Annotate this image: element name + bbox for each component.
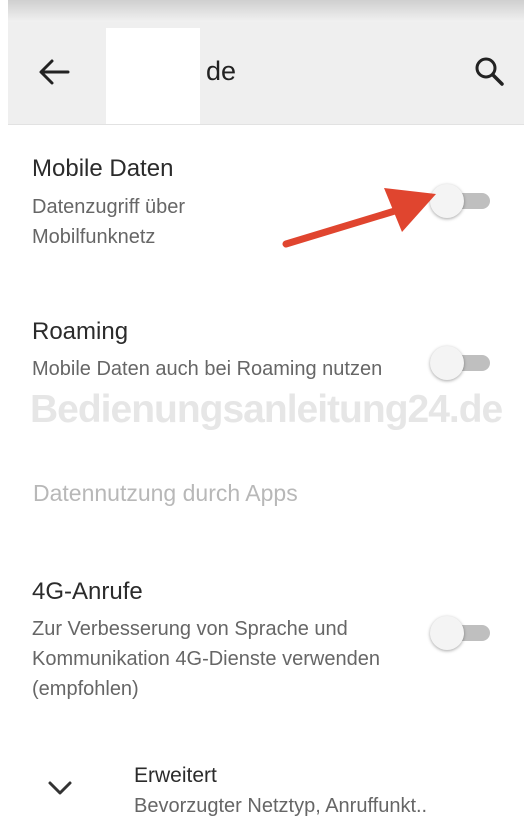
watermark: Bedienungsanleitung24.de (30, 388, 503, 431)
4g-calls-switch[interactable] (430, 616, 490, 650)
4g-calls-title: 4G-Anrufe (32, 578, 143, 605)
app-bar: de (8, 22, 524, 125)
settings-screen: de Mobile Daten Datenzugriff über Mobilf… (8, 0, 524, 830)
advanced-subtitle: Bevorzugter Netztyp, Anruffunkt.. (134, 795, 428, 817)
arrow-left-icon (39, 59, 70, 85)
roaming-title: Roaming (32, 318, 129, 345)
title-redaction (106, 28, 200, 124)
status-bar-strip (8, 0, 524, 22)
mobile-data-subtitle: Datenzugriff über Mobilfunknetz (32, 196, 186, 248)
chevron-down-icon (48, 781, 72, 795)
search-icon (475, 57, 504, 86)
mobile-data-title: Mobile Daten (32, 155, 174, 182)
annotation-arrow-icon (282, 188, 436, 248)
page-title: de (206, 56, 237, 86)
switch-thumb (430, 346, 464, 380)
search-button[interactable] (474, 56, 504, 86)
back-button[interactable] (38, 58, 70, 86)
roaming-subtitle: Mobile Daten auch bei Roaming nutzen (32, 358, 383, 380)
switch-thumb (430, 616, 464, 650)
roaming-switch[interactable] (430, 346, 490, 380)
4g-calls-subtitle: Zur Verbesserung von Sprache und Kommuni… (32, 618, 380, 700)
advanced-title: Erweitert (134, 764, 217, 787)
app-data-usage-item: Datennutzung durch Apps (33, 480, 298, 506)
